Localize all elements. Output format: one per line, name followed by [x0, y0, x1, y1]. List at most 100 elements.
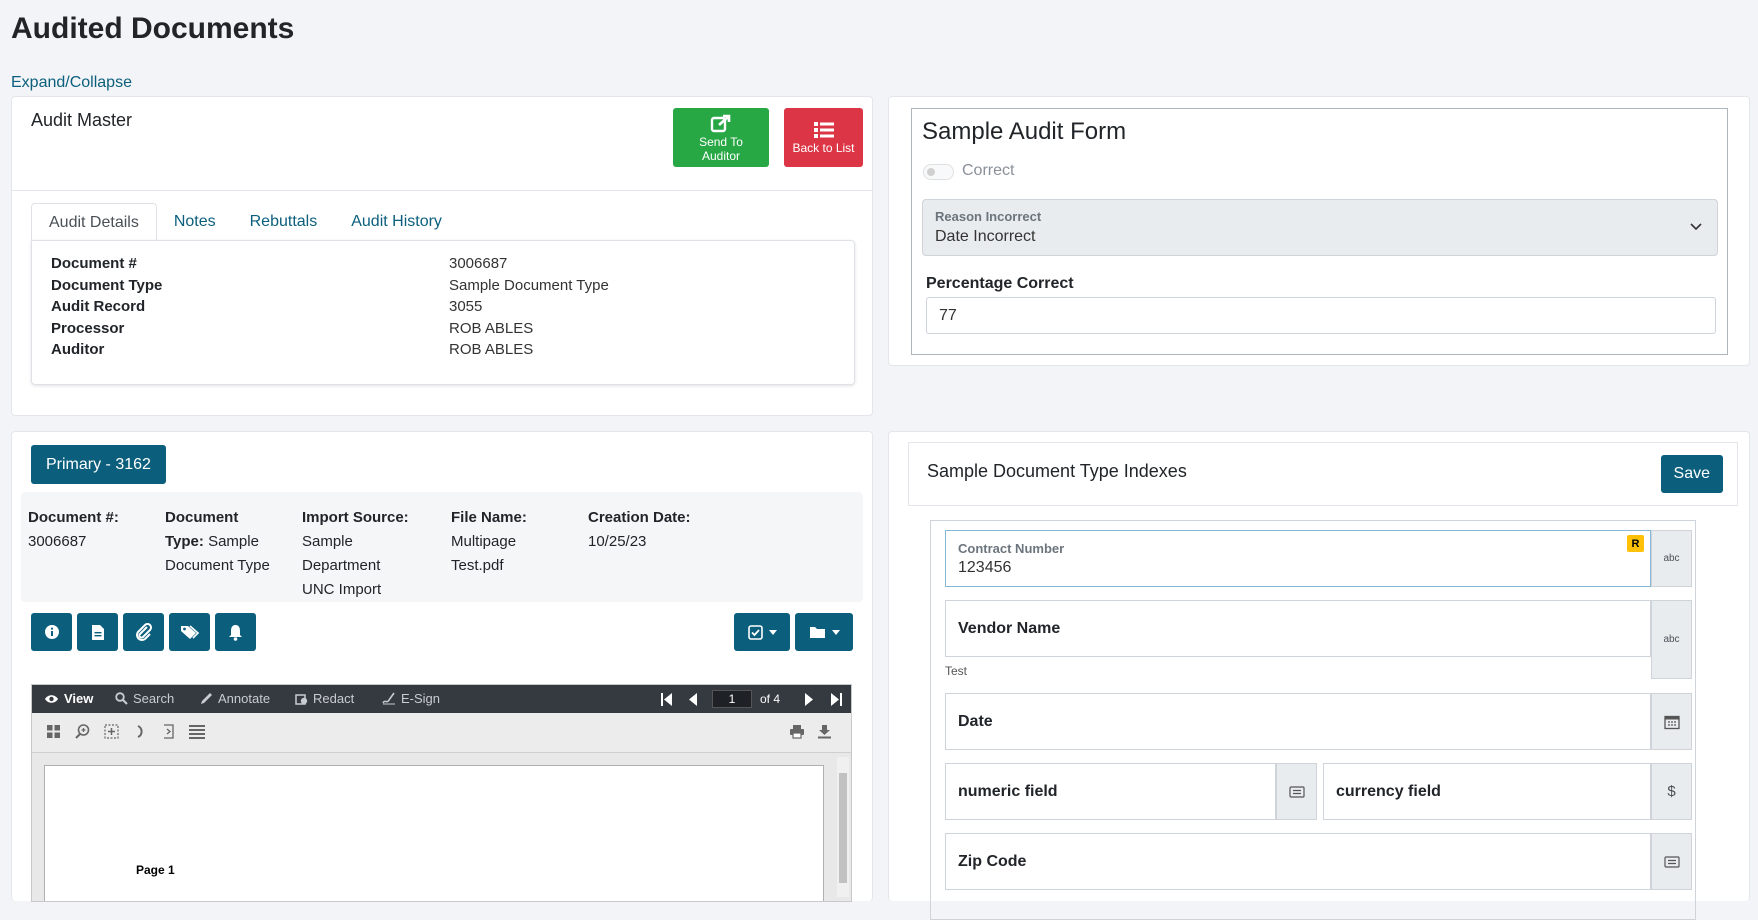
currency-field-label: currency field: [1336, 783, 1441, 800]
expand-collapse-link[interactable]: Expand/Collapse: [11, 74, 132, 92]
detail-value: Sample Document Type: [449, 277, 609, 294]
reason-incorrect-select[interactable]: Reason Incorrect Date Incorrect: [922, 199, 1718, 256]
back-to-list-label: Back to List: [792, 140, 855, 155]
primary-document-button[interactable]: Primary - 3162: [31, 445, 166, 484]
send-to-auditor-button[interactable]: Send To Auditor: [673, 108, 769, 167]
keyboard-icon: [1288, 785, 1305, 798]
percentage-correct-label: Percentage Correct: [926, 275, 1074, 292]
folder-dropdown-button[interactable]: [795, 613, 853, 651]
viewer-tool-label: Search: [133, 691, 175, 706]
toggle-knob: [927, 168, 935, 176]
meta-value: Sample: [208, 533, 259, 550]
zip-code-field[interactable]: Zip Code: [945, 833, 1651, 890]
audit-form-fieldset: Sample Audit Form Correct Reason Incorre…: [911, 108, 1728, 355]
text-type-addon: abc: [1651, 600, 1692, 679]
viewer-tool-esign[interactable]: E-Sign: [382, 691, 440, 706]
menu-lines-icon[interactable]: [189, 724, 205, 739]
detail-label: Audit Record: [51, 298, 146, 315]
meta-value: UNC Import: [302, 581, 382, 598]
meta-value: Test.pdf: [451, 557, 504, 574]
first-page-icon[interactable]: [660, 693, 673, 706]
document-page: Page 1: [44, 765, 824, 901]
meta-value: 10/25/23: [588, 533, 647, 550]
share-icon: [710, 114, 731, 132]
numeric-addon: [1276, 763, 1317, 820]
paperclip-icon: [135, 623, 152, 641]
fit-page-icon[interactable]: [104, 724, 119, 739]
checklist-dropdown-button[interactable]: [734, 613, 790, 651]
tab-notes[interactable]: Notes: [157, 203, 233, 241]
viewer-tool-annotate[interactable]: Annotate: [200, 691, 270, 706]
bell-icon: [229, 624, 242, 641]
detail-label: Processor: [51, 320, 125, 337]
previous-page-icon[interactable]: [688, 693, 698, 706]
document-meta: Document #: 3006687 Document Type: Sampl…: [21, 492, 863, 602]
audit-tabs: Audit Details Notes Rebuttals Audit Hist…: [31, 203, 459, 241]
last-page-icon[interactable]: [830, 693, 843, 706]
viewer-toolbar: View Search Annotate Redact E-Sign of 4: [32, 685, 851, 713]
primary-document-card: Primary - 3162 Document #: 3006687 Docum…: [11, 431, 873, 902]
folder-icon: [809, 627, 825, 638]
audit-master-card: Audit Master Send To Auditor Back to Lis…: [11, 96, 873, 416]
calendar-addon[interactable]: [1651, 693, 1692, 750]
currency-field[interactable]: currency field: [1323, 763, 1651, 820]
info-icon: [44, 625, 59, 639]
save-button[interactable]: Save: [1660, 455, 1723, 493]
meta-value: Multipage: [451, 533, 517, 550]
download-icon[interactable]: [817, 724, 832, 739]
file-icon: [91, 624, 104, 640]
page-number-input[interactable]: [712, 690, 752, 708]
notifications-button[interactable]: [215, 613, 256, 651]
numeric-field[interactable]: numeric field: [945, 763, 1276, 820]
caret-down-icon: [768, 629, 777, 635]
thumbnails-icon[interactable]: [46, 724, 61, 739]
meta-label: Document: [165, 509, 239, 526]
contract-number-label: Contract Number: [958, 541, 1065, 556]
audit-master-title: Audit Master: [31, 110, 133, 130]
document-button[interactable]: [77, 613, 118, 651]
correct-toggle[interactable]: [923, 164, 954, 180]
zoom-icon[interactable]: [75, 724, 90, 739]
viewer-tool-redact[interactable]: Redact: [295, 691, 354, 706]
text-type-addon: abc: [1651, 530, 1692, 587]
date-field[interactable]: Date: [945, 693, 1651, 750]
tab-audit-history[interactable]: Audit History: [334, 203, 459, 241]
meta-import-source: Import Source: Sample Department UNC Imp…: [302, 506, 409, 602]
correct-label: Correct: [962, 162, 1015, 179]
meta-creation-date: Creation Date: 10/25/23: [588, 506, 691, 554]
next-page-icon[interactable]: [804, 693, 814, 706]
list-icon: [813, 121, 834, 138]
contract-number-value: 123456: [958, 559, 1012, 576]
numeric-field-label: numeric field: [958, 783, 1058, 800]
page-bracket-icon[interactable]: [161, 724, 176, 739]
print-icon[interactable]: [789, 724, 805, 739]
attachment-button[interactable]: [123, 613, 164, 651]
meta-label: File Name:: [451, 509, 527, 526]
percentage-correct-input[interactable]: [926, 297, 1716, 334]
viewer-scrollbar[interactable]: [837, 757, 849, 897]
meta-value: Document Type: [165, 557, 270, 574]
info-button[interactable]: [31, 613, 72, 651]
detail-value: ROB ABLES: [449, 320, 534, 337]
contract-number-field[interactable]: Contract Number 123456 R: [945, 530, 1651, 587]
tab-audit-details[interactable]: Audit Details: [31, 203, 157, 241]
back-to-list-button[interactable]: Back to List: [784, 108, 863, 167]
detail-value: 3055: [449, 298, 483, 315]
viewer-tool-label: Redact: [313, 691, 355, 706]
audit-form-card: Sample Audit Form Correct Reason Incorre…: [888, 96, 1750, 366]
meta-file-name: File Name: Multipage Test.pdf: [451, 506, 527, 578]
viewer-tool-view[interactable]: View: [44, 691, 93, 706]
rotate-icon[interactable]: [133, 724, 148, 739]
tags-icon: [180, 625, 199, 639]
chevron-down-icon: [1690, 223, 1702, 231]
viewer-scroll-thumb[interactable]: [839, 773, 847, 883]
vendor-name-field[interactable]: Vendor Name: [945, 600, 1651, 657]
meta-label: Document #:: [28, 509, 119, 526]
check-square-icon: [747, 624, 763, 640]
indexes-card: Sample Document Type Indexes Save Contra…: [888, 431, 1750, 920]
viewer-tool-search[interactable]: Search: [115, 691, 174, 706]
meta-value: 3006687: [28, 533, 87, 550]
tab-rebuttals[interactable]: Rebuttals: [233, 203, 335, 241]
tags-button[interactable]: [169, 613, 210, 651]
document-page-label: Page 1: [136, 863, 175, 877]
